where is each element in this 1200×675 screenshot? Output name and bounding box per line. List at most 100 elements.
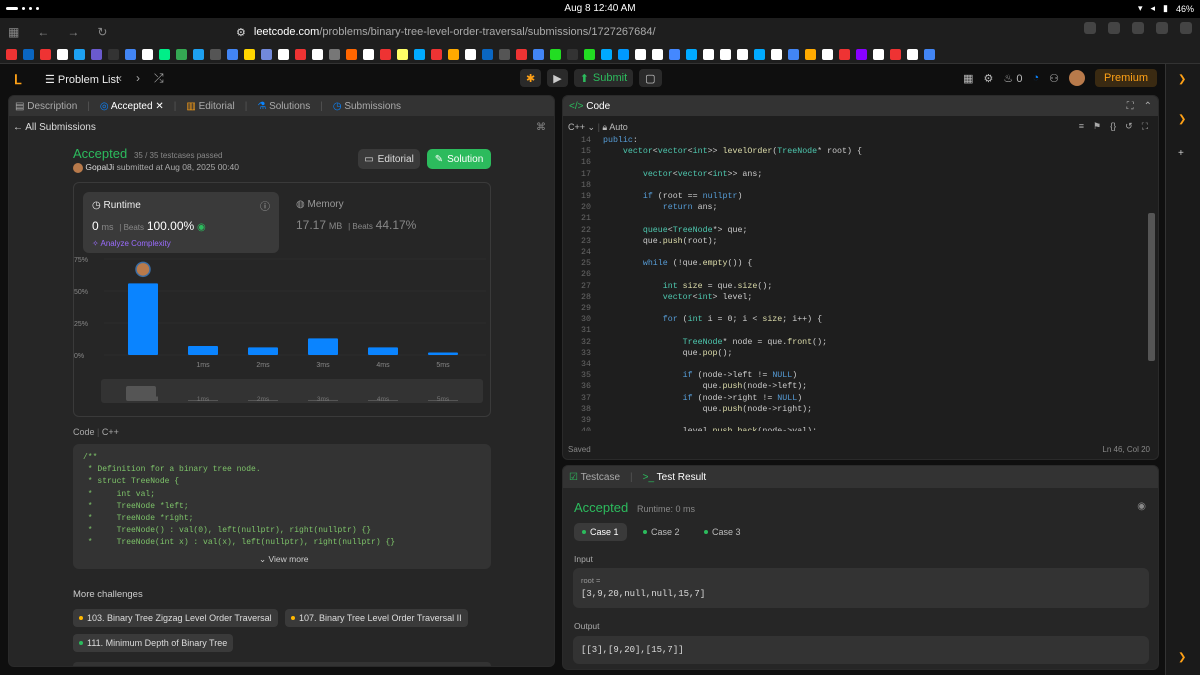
editor-line[interactable]: 34 (563, 360, 1158, 371)
tab-description[interactable]: ▤ Description (15, 101, 77, 112)
leetcode-sidebar-icon[interactable]: ❯ (1178, 652, 1189, 663)
layout-icon[interactable]: ▦ (963, 72, 973, 85)
bookmark-favicon-icon[interactable] (720, 49, 731, 60)
view-more-button[interactable]: ⌄ View more (259, 554, 309, 565)
editor-line[interactable]: 27 int size = que.size(); (563, 282, 1158, 293)
bookmark-favicon-icon[interactable] (788, 49, 799, 60)
info-icon[interactable]: ⓘ (260, 198, 270, 213)
editor-line[interactable]: 15 vector<vector<int>> levelOrder(TreeNo… (563, 147, 1158, 158)
profile-icon[interactable] (1156, 22, 1168, 34)
editor-scrollbar[interactable] (1148, 213, 1155, 361)
tab-manager-icon[interactable] (1132, 22, 1144, 34)
bookmark-favicon-icon[interactable] (448, 49, 459, 60)
output-box[interactable]: [[3],[9,20],[15,7]] (573, 636, 1149, 664)
bookmark-favicon-icon[interactable] (635, 49, 646, 60)
bookmark-favicon-icon[interactable] (176, 49, 187, 60)
editor-line[interactable]: 36 que.push(node->left); (563, 382, 1158, 393)
prev-problem-icon[interactable]: ‹ (118, 71, 122, 86)
bookmark-favicon-icon[interactable] (244, 49, 255, 60)
bookmark-favicon-icon[interactable] (567, 49, 578, 60)
system-tray[interactable]: ▾ ◂ ▮ 46% (1138, 3, 1194, 14)
case-tab-1[interactable]: Case 1 (574, 523, 627, 541)
bookmark-favicon-icon[interactable] (805, 49, 816, 60)
forward-icon[interactable]: → (67, 25, 79, 39)
shuffle-icon[interactable]: ⤮ (154, 71, 164, 86)
bookmark-favicon-icon[interactable] (856, 49, 867, 60)
editorial-button[interactable]: ▭ Editorial (358, 149, 420, 169)
leetcode-logo-icon[interactable]: ᒪ (14, 72, 21, 88)
editor-line[interactable]: 22 queue<TreeNode*> que; (563, 226, 1158, 237)
bookmark-favicon-icon[interactable] (924, 49, 935, 60)
bookmark-favicon-icon[interactable] (57, 49, 68, 60)
tab-solutions[interactable]: ⚗ Solutions (257, 101, 310, 112)
bookmark-favicon-icon[interactable] (210, 49, 221, 60)
memory-label[interactable]: ◍ Memory (296, 199, 344, 210)
add-panel-icon[interactable]: + (1178, 148, 1189, 159)
editor-line[interactable]: 40 level.push_back(node->val); (563, 427, 1158, 431)
bookmark-favicon-icon[interactable] (499, 49, 510, 60)
bookmark-favicon-icon[interactable] (890, 49, 901, 60)
bookmark-favicon-icon[interactable] (193, 49, 204, 60)
auto-mode[interactable]: Auto (609, 122, 628, 132)
bookmark-favicon-icon[interactable] (533, 49, 544, 60)
case-tab-3[interactable]: Case 3 (696, 523, 749, 541)
next-problem-icon[interactable]: › (136, 71, 140, 86)
editor-line[interactable]: 24 (563, 248, 1158, 259)
menu-icon[interactable] (1180, 22, 1192, 34)
reload-icon[interactable]: ↻ (97, 25, 107, 39)
system-clock[interactable]: Aug 8 12:40 AM (0, 3, 1200, 14)
add-friend-icon[interactable]: ⚇ (1049, 72, 1059, 85)
tab-testcase[interactable]: ☑ Testcase (569, 472, 620, 483)
editor-line[interactable]: 38 que.push(node->right); (563, 405, 1158, 416)
bookmark-favicon-icon[interactable] (380, 49, 391, 60)
tabs-icon[interactable]: ▦ (8, 25, 19, 39)
user-avatar[interactable] (73, 162, 83, 173)
format-icon[interactable]: ≡ (1079, 121, 1084, 132)
bookmark-favicon-icon[interactable] (686, 49, 697, 60)
editor-line[interactable]: 16 (563, 158, 1158, 169)
address-bar[interactable]: ⚙ leetcode.com/problems/binary-tree-leve… (230, 22, 970, 42)
bookmark-favicon-icon[interactable] (329, 49, 340, 60)
bookmark-favicon-icon[interactable] (431, 49, 442, 60)
editor-line[interactable]: 39 (563, 416, 1158, 427)
bookmark-favicon-icon[interactable] (907, 49, 918, 60)
editor-line[interactable]: 30 for (int i = 0; i < size; i++) { (563, 315, 1158, 326)
tab-editorial[interactable]: ▥ Editorial (186, 101, 234, 112)
bookmark-favicon-icon[interactable] (261, 49, 272, 60)
submit-button[interactable]: ⬆ Submit (573, 69, 634, 87)
bookmark-favicon-icon[interactable] (312, 49, 323, 60)
back-icon[interactable]: ← (37, 25, 49, 39)
bookmark-favicon-icon[interactable] (822, 49, 833, 60)
bookmark-favicon-icon[interactable] (873, 49, 884, 60)
editor-line[interactable]: 23 que.push(root); (563, 237, 1158, 248)
username[interactable]: GopalJi (85, 162, 114, 172)
settings-icon[interactable]: ⚙ (984, 72, 994, 85)
analyze-complexity-link[interactable]: ✧ Analyze Complexity (92, 239, 171, 248)
editor-line[interactable]: 26 (563, 270, 1158, 281)
bookmark-favicon-icon[interactable] (601, 49, 612, 60)
bookmark-favicon-icon[interactable] (703, 49, 714, 60)
bookmark-favicon-icon[interactable] (397, 49, 408, 60)
code-editor[interactable]: 14 public: 15 vector<vector<int>> levelOrd… (563, 136, 1158, 431)
braces-icon[interactable]: {} (1110, 121, 1116, 132)
solution-button[interactable]: ✎ Solution (427, 149, 491, 169)
leetcode-sidebar-icon[interactable]: ❯ (1178, 74, 1189, 85)
case-tab-2[interactable]: Case 2 (635, 523, 688, 541)
tab-accepted[interactable]: ◎ Accepted ✕ (100, 101, 164, 112)
bookmark-favicon-icon[interactable] (108, 49, 119, 60)
editor-line[interactable]: 31 (563, 326, 1158, 337)
bookmark-favicon-icon[interactable] (91, 49, 102, 60)
share-icon[interactable]: ⌘ (536, 122, 546, 133)
editor-line[interactable]: 33 que.pop(); (563, 349, 1158, 360)
submitted-code-preview[interactable]: /** * Definition for a binary tree node.… (73, 444, 491, 569)
challenge-chip[interactable]: 103. Binary Tree Zigzag Level Order Trav… (73, 609, 278, 627)
bookmark-favicon-icon[interactable] (227, 49, 238, 60)
bookmark-favicon-icon[interactable] (23, 49, 34, 60)
input-box[interactable]: root = [3,9,20,null,null,15,7] (573, 568, 1149, 608)
bookmark-icon[interactable]: ⚑ (1093, 121, 1101, 132)
editor-line[interactable]: 28 vector<int> level; (563, 293, 1158, 304)
runtime-card[interactable]: ◷ Runtime ⓘ 0 ms | Beats 100.00% ◉ ✧ Ana… (83, 192, 279, 253)
code-tab[interactable]: </> Code (569, 101, 610, 112)
tab-test-result[interactable]: >_ Test Result (643, 472, 706, 483)
back-to-submissions[interactable]: ← All Submissions (13, 122, 96, 133)
